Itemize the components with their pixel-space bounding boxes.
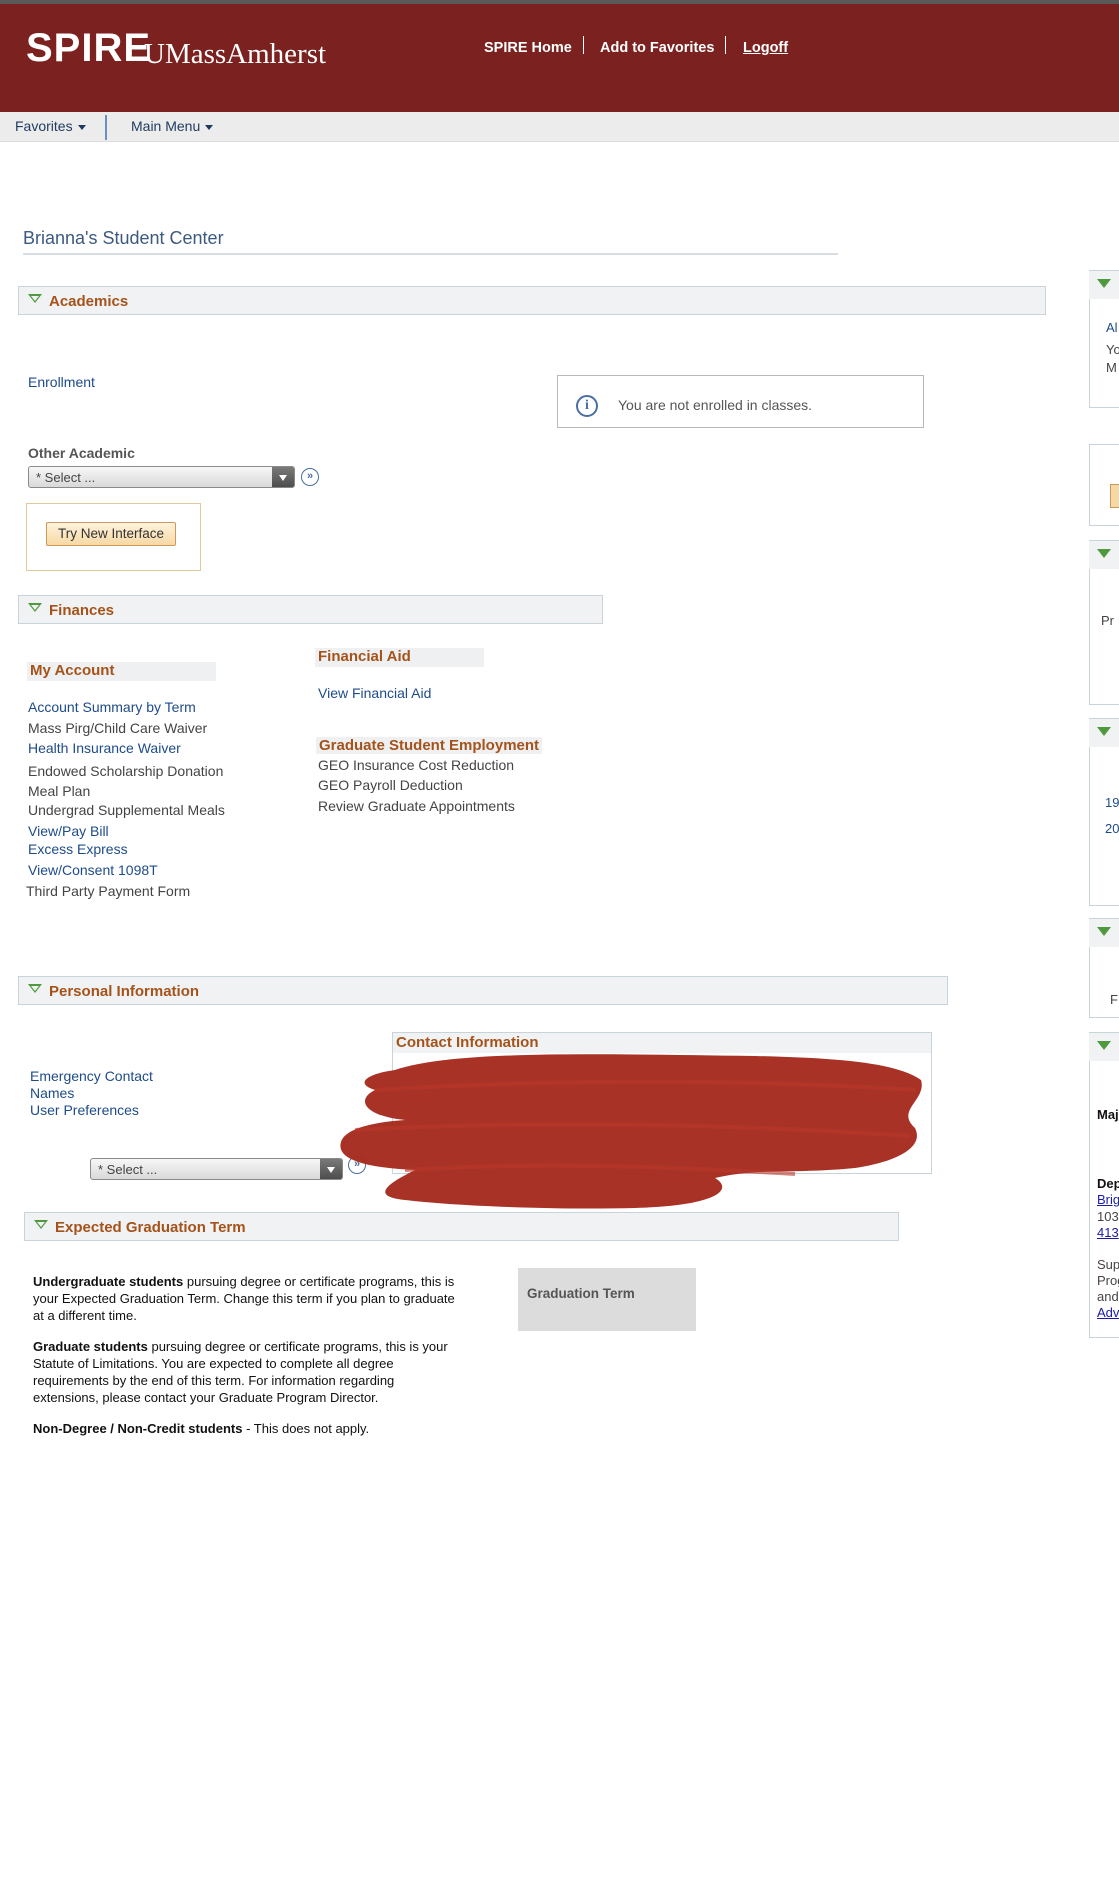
right-link-413[interactable]: 413: [1097, 1225, 1119, 1240]
geo-payroll-deduction[interactable]: GEO Payroll Deduction: [318, 777, 463, 793]
contact-info-heading: Contact Information: [396, 1034, 539, 1051]
menu-separator: [105, 115, 107, 140]
right-link-20[interactable]: 20: [1105, 821, 1119, 836]
spire-logo[interactable]: SPIRE: [26, 26, 151, 71]
collapse-triangle-icon[interactable]: [28, 603, 42, 612]
collapse-triangle-icon[interactable]: [1097, 279, 1111, 288]
right-link-brig[interactable]: Brig: [1097, 1192, 1119, 1207]
non-degree-note: Non-Degree / Non-Credit students - This …: [33, 1420, 463, 1437]
favorites-label: Favorites: [15, 118, 73, 134]
my-account-heading: My Account: [27, 662, 216, 681]
info-icon: i: [576, 395, 598, 417]
right-button-partial[interactable]: [1110, 484, 1119, 508]
financial-aid-heading: Financial Aid: [315, 648, 484, 667]
favorites-menu[interactable]: Favorites: [15, 118, 86, 134]
spire-home-link[interactable]: SPIRE Home: [484, 40, 572, 56]
right-link-adv[interactable]: Adv: [1097, 1305, 1119, 1320]
collapse-triangle-icon[interactable]: [1097, 727, 1111, 736]
names-link[interactable]: Names: [30, 1085, 74, 1101]
header-separator: [725, 36, 726, 54]
undergrad-supplemental-meals[interactable]: Undergrad Supplemental Meals: [28, 802, 225, 818]
graduate-note: Graduate students pursuing degree or cer…: [33, 1338, 463, 1406]
title-divider: [23, 253, 838, 255]
info-message: You are not enrolled in classes.: [618, 397, 813, 413]
collapse-triangle-icon[interactable]: [1097, 927, 1111, 936]
endowed-scholarship-donation[interactable]: Endowed Scholarship Donation: [28, 763, 223, 779]
health-insurance-waiver-link[interactable]: Health Insurance Waiver: [28, 740, 181, 756]
redaction-scribble: [340, 1054, 922, 1209]
non-degree-bold: Non-Degree / Non-Credit students: [33, 1421, 243, 1436]
right-text-maj: Maj: [1097, 1107, 1119, 1122]
non-degree-text: - This does not apply.: [242, 1421, 370, 1436]
select-value: * Select ...: [36, 470, 96, 485]
view-consent-1098t-link[interactable]: View/Consent 1098T: [28, 862, 158, 878]
other-academic-select[interactable]: * Select ...: [28, 466, 295, 488]
right-link-19[interactable]: 19: [1105, 795, 1119, 810]
main-menu[interactable]: Main Menu: [131, 118, 214, 134]
header-separator: [583, 36, 584, 54]
view-financial-aid-link[interactable]: View Financial Aid: [318, 685, 431, 701]
academics-section-header[interactable]: Academics: [18, 286, 1046, 315]
collapse-triangle-icon[interactable]: [28, 984, 42, 993]
undergrad-note: Undergraduate students pursuing degree o…: [33, 1273, 463, 1324]
personal-info-section-header[interactable]: Personal Information: [18, 976, 948, 1005]
finances-section-header[interactable]: Finances: [18, 595, 603, 624]
collapse-triangle-icon[interactable]: [28, 294, 42, 303]
grad-term-section-header[interactable]: Expected Graduation Term: [24, 1212, 899, 1241]
logoff-link[interactable]: Logoff: [743, 40, 788, 56]
academics-label: Academics: [49, 293, 129, 310]
collapse-triangle-icon[interactable]: [34, 1220, 48, 1229]
geo-insurance-cost-reduction[interactable]: GEO Insurance Cost Reduction: [318, 757, 514, 773]
grad-employment-heading: Graduate Student Employment: [316, 737, 543, 754]
add-to-favorites-link[interactable]: Add to Favorites: [600, 40, 714, 56]
try-new-interface-button[interactable]: Try New Interface: [46, 522, 176, 546]
excess-express-link[interactable]: Excess Express: [28, 841, 128, 857]
collapse-triangle-icon[interactable]: [1097, 549, 1111, 558]
right-text-and: and: [1097, 1289, 1119, 1304]
enrollment-link[interactable]: Enrollment: [28, 374, 95, 390]
select-value: * Select ...: [98, 1162, 158, 1177]
right-text-f: F: [1110, 992, 1118, 1007]
finances-label: Finances: [49, 602, 115, 619]
chevron-down-icon: [205, 124, 214, 130]
dropdown-arrow-icon: [272, 467, 294, 487]
right-link-al[interactable]: Al: [1106, 320, 1118, 335]
third-party-payment-form[interactable]: Third Party Payment Form: [26, 883, 190, 899]
right-text-prog: Prog: [1097, 1273, 1119, 1288]
right-text-yo: Yo: [1106, 342, 1119, 357]
chevron-down-icon: [77, 124, 86, 130]
right-text-pr: Pr: [1101, 613, 1114, 628]
graduate-bold: Graduate students: [33, 1339, 148, 1354]
undergrad-bold: Undergraduate students: [33, 1274, 184, 1289]
emergency-contact-link[interactable]: Emergency Contact: [30, 1068, 153, 1084]
meal-plan[interactable]: Meal Plan: [28, 783, 90, 799]
right-text-dep: Dep: [1097, 1176, 1119, 1191]
graduation-term-label: Graduation Term: [527, 1286, 635, 1301]
personal-info-label: Personal Information: [49, 983, 200, 1000]
user-preferences-link[interactable]: User Preferences: [30, 1102, 139, 1118]
mass-pirg-waiver[interactable]: Mass Pirg/Child Care Waiver: [28, 720, 207, 736]
go-arrow-button[interactable]: »: [301, 468, 319, 486]
grad-term-label: Expected Graduation Term: [55, 1219, 246, 1236]
umass-logo: UMassAmherst: [144, 38, 327, 70]
page-title: Brianna's Student Center: [23, 228, 224, 248]
personal-info-select[interactable]: * Select ...: [90, 1158, 343, 1180]
other-academic-label: Other Academic: [28, 445, 135, 461]
collapse-triangle-icon[interactable]: [1097, 1041, 1111, 1050]
right-text-m: M: [1106, 360, 1117, 375]
right-text-sup: Sup: [1097, 1257, 1119, 1272]
view-pay-bill-link[interactable]: View/Pay Bill: [28, 823, 109, 839]
review-graduate-appointments[interactable]: Review Graduate Appointments: [318, 798, 515, 814]
account-summary-link[interactable]: Account Summary by Term: [28, 699, 196, 715]
main-menu-label: Main Menu: [131, 118, 201, 134]
right-text-103: 103: [1097, 1209, 1119, 1224]
